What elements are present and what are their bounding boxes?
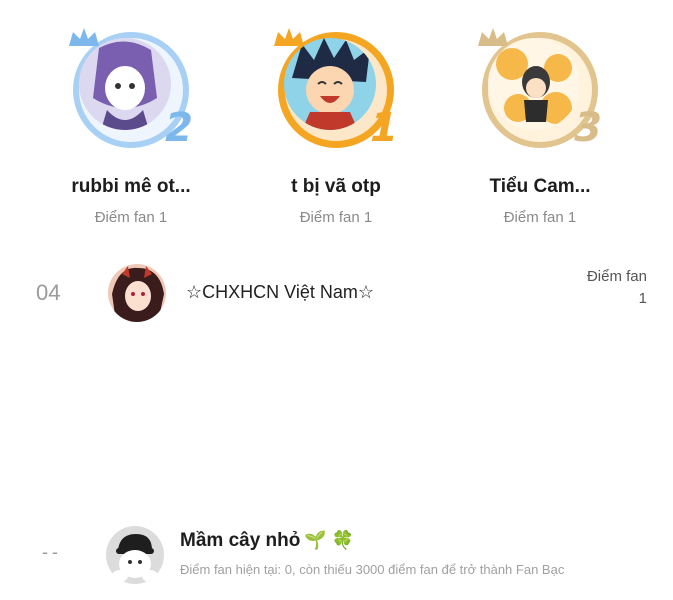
my-name: Mầm cây nhỏ 🌱 🍀 [180, 530, 354, 552]
avatar-image [79, 38, 171, 130]
avatar-image [284, 38, 376, 130]
rank-number: 04 [36, 280, 61, 305]
podium-score: Điểm fan 1 [94, 209, 168, 226]
avatar[interactable] [488, 38, 580, 130]
avatar-frame-bronze: 3 [476, 26, 604, 154]
avatar-image [106, 526, 164, 584]
avatar[interactable] [284, 38, 376, 130]
rank-number: -- [42, 542, 62, 562]
podium-rank-3[interactable]: 3 Tiểu Cam... Điểm fan 1 [440, 26, 640, 226]
podium-rank-1[interactable]: 1 t bị vã otp Điểm fan 1 [236, 26, 436, 226]
avatar[interactable] [108, 264, 166, 322]
podium-score: Điểm fan 1 [299, 209, 373, 226]
crown-icon [274, 28, 304, 46]
score-label: Điểm fan [586, 268, 647, 285]
avatar[interactable] [79, 38, 171, 130]
sprout-clover-icon: 🌱 🍀 [304, 530, 355, 550]
podium-score: Điểm fan 1 [503, 209, 577, 226]
rank-badge: 2 [165, 105, 193, 151]
list-item[interactable]: 04 ☆CHXHCN Việt Nam☆ Điểm fan 1 [0, 262, 673, 324]
avatar[interactable] [106, 526, 164, 584]
crown-icon [478, 28, 508, 46]
rank-badge: 1 [370, 105, 398, 151]
podium-name: Tiểu Cam... [489, 176, 591, 197]
avatar-frame-gold: 1 [272, 26, 400, 154]
score-value: 1 [638, 290, 647, 307]
my-name-text: Mầm cây nhỏ [180, 530, 301, 551]
podium-name: t bị vã otp [291, 176, 381, 197]
rank-badge: 3 [574, 105, 602, 151]
top-three-podium: 2 rubbi mê ot... Điểm fan 1 1 t bị vã ot… [0, 26, 673, 236]
podium-rank-2[interactable]: 2 rubbi mê ot... Điểm fan 1 [31, 26, 231, 226]
fan-name: ☆CHXHCN Việt Nam☆ [186, 282, 374, 302]
avatar-frame-silver: 2 [67, 26, 195, 154]
podium-name: rubbi mê ot... [71, 176, 191, 197]
avatar-image [488, 38, 580, 130]
crown-icon [69, 28, 99, 46]
avatar-image [108, 264, 166, 322]
fan-progress-text: Điểm fan hiện tại: 0, còn thiếu 3000 điể… [180, 562, 565, 577]
my-rank-row[interactable]: -- Mầm cây nhỏ 🌱 🍀 Điểm fan hiện tại: 0, … [0, 522, 673, 586]
